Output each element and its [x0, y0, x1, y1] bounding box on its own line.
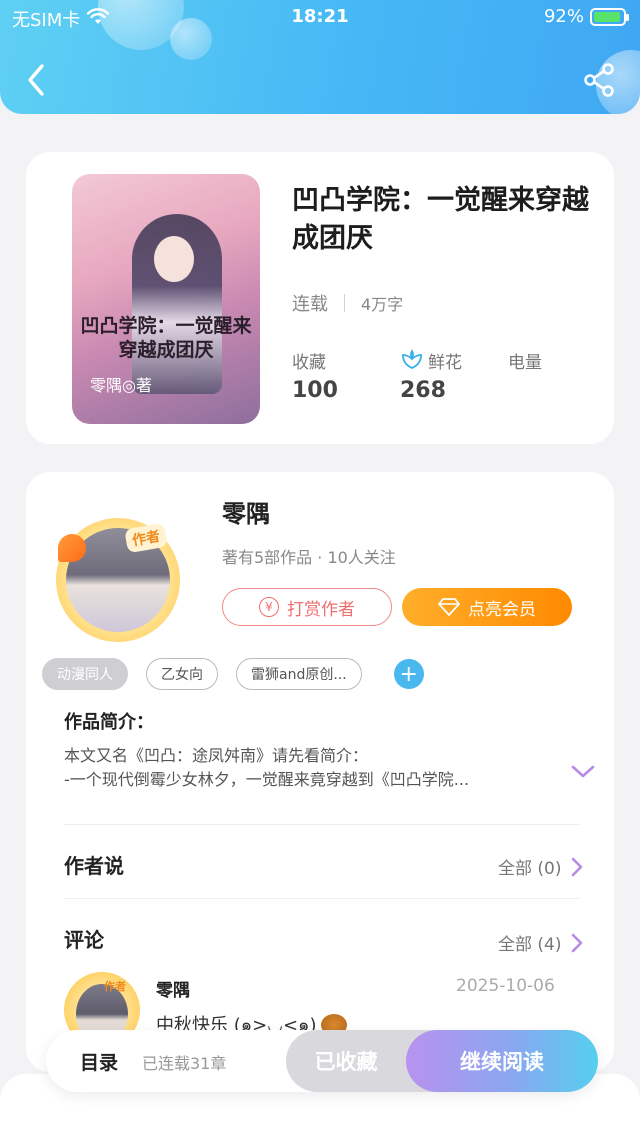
favorites-stat: 收藏 100	[292, 348, 338, 404]
author-badge: 作者	[104, 980, 126, 993]
intro-line: 本文又名《凹凸：途凤舛南》请先看简介：	[64, 746, 369, 765]
comments-all-label: 全部 (4)	[498, 935, 562, 955]
book-title: 凹凸学院：一觉醒来穿越成团厌	[292, 185, 589, 254]
author-name[interactable]: 零隅	[222, 494, 270, 529]
comment-date: 2025-10-06	[456, 976, 555, 996]
comment-author-name: 零隅	[156, 981, 190, 1001]
author-stats: 著有5部作品 · 10人关注	[222, 548, 396, 567]
cover-title: 凹凸学院：一觉醒来穿越成团厌	[80, 315, 252, 361]
author-says-all-link[interactable]: 全部 (0)	[498, 854, 583, 879]
chapter-count[interactable]: 已连载31章	[142, 1050, 226, 1074]
expand-intro-button[interactable]	[570, 762, 596, 782]
intro-title: 作品简介：	[64, 712, 154, 733]
favorites-label: 收藏	[292, 352, 326, 373]
top-header: 无SIM卡 18:21 92%	[0, 0, 640, 114]
book-info-card: 凹凸学院：一觉醒来穿越成团厌 零隅◎著 凹凸学院：一觉醒来穿越成团厌 连载 4万…	[26, 152, 614, 444]
favorited-label: 已收藏	[314, 1050, 378, 1074]
chevron-down-icon	[571, 765, 595, 778]
divider	[64, 898, 580, 899]
comments-all-link[interactable]: 全部 (4)	[498, 930, 583, 955]
book-status: 连载	[292, 294, 328, 315]
divider	[64, 824, 580, 825]
flowers-value: 268	[400, 378, 446, 403]
back-button[interactable]	[22, 62, 52, 98]
status-bar: 无SIM卡 18:21 92%	[0, 0, 640, 36]
cover-illustration-face	[154, 236, 194, 282]
power-label: 电量	[508, 352, 542, 373]
book-word-count: 4万字	[361, 295, 404, 314]
author-avatar[interactable]: 作者	[56, 518, 180, 642]
power-stat: 电量	[508, 348, 542, 373]
author-says-all-label: 全部 (0)	[498, 859, 562, 879]
intro-text[interactable]: 本文又名《凹凸：途凤舛南》请先看简介： -一个现代倒霉少女林夕，一觉醒来竟穿越到…	[64, 744, 524, 792]
flowers-label: 鲜花	[428, 352, 462, 373]
chevron-right-icon	[572, 857, 583, 876]
vip-button-label: 点亮会员	[468, 599, 536, 620]
bottom-action-bar: 目录 已连载31章 已收藏 继续阅读	[46, 1030, 598, 1092]
book-meta: 连载 4万字	[292, 290, 403, 316]
author-details-card: 作者 零隅 著有5部作品 · 10人关注 ¥ 打赏作者 点亮会员 动漫同人 乙女…	[26, 472, 614, 1072]
continue-reading-label: 继续阅读	[460, 1050, 544, 1074]
author-says-title: 作者说	[64, 854, 124, 878]
share-button[interactable]	[582, 62, 618, 98]
meta-divider	[344, 294, 345, 312]
tip-author-button[interactable]: ¥ 打赏作者	[222, 588, 392, 626]
share-icon	[584, 63, 614, 97]
add-tag-button[interactable]: +	[393, 659, 424, 689]
chevron-left-icon	[28, 64, 44, 96]
battery-fill	[594, 11, 620, 22]
flame-icon	[58, 534, 86, 562]
diamond-icon	[438, 598, 460, 616]
flower-icon	[402, 349, 422, 369]
vip-button[interactable]: 点亮会员	[402, 588, 572, 626]
battery-icon	[590, 7, 629, 26]
flowers-stat[interactable]: 鲜花 268	[400, 348, 462, 403]
continue-reading-button[interactable]: 继续阅读	[406, 1030, 598, 1092]
tag-item[interactable]: 动漫同人	[42, 658, 128, 690]
favorites-value: 100	[292, 378, 338, 403]
comments-title: 评论	[64, 928, 104, 952]
tag-item[interactable]: 乙女向	[146, 658, 218, 690]
yen-icon: ¥	[259, 597, 279, 617]
intro-line: -一个现代倒霉少女林夕，一觉醒来竟穿越到《凹凸学院...	[64, 770, 470, 789]
toc-button[interactable]: 目录	[80, 1048, 118, 1075]
book-cover[interactable]: 凹凸学院：一觉醒来穿越成团厌 零隅◎著	[72, 174, 260, 424]
tag-list: 动漫同人 乙女向 雷狮and原创... +	[42, 658, 424, 690]
cover-author: 零隅◎著	[90, 376, 152, 395]
tag-item[interactable]: 雷狮and原创...	[236, 658, 362, 690]
author-badge: 作者	[124, 522, 168, 554]
tip-author-label: 打赏作者	[287, 599, 355, 620]
chevron-right-icon	[572, 933, 583, 952]
battery-percent: 92%	[543, 6, 584, 27]
